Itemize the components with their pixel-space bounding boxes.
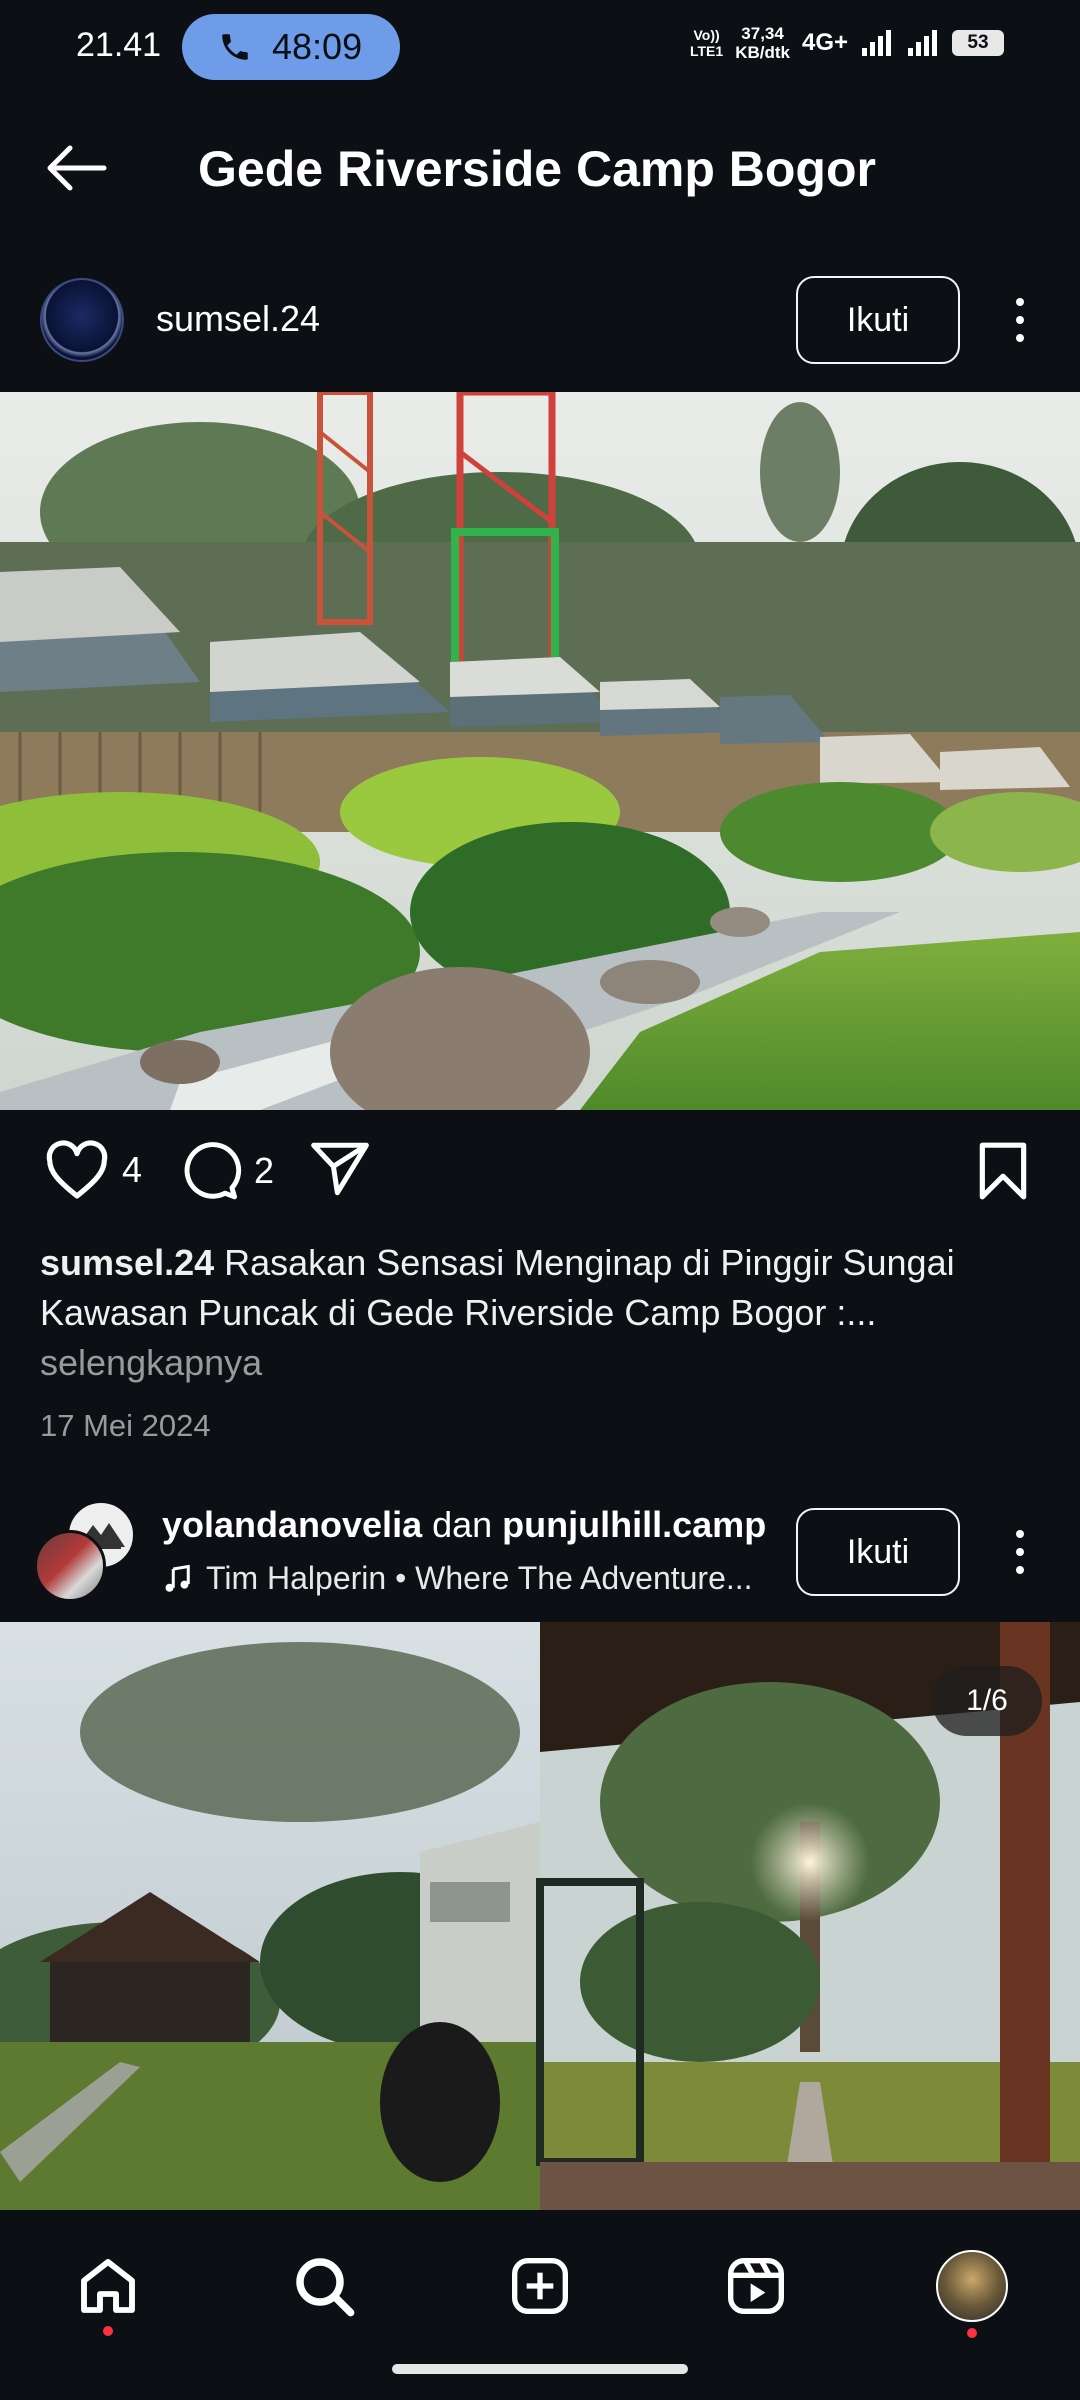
page-title: Gede Riverside Camp Bogor <box>198 141 876 197</box>
save-button[interactable] <box>976 1140 1030 1202</box>
signal-icon <box>862 30 891 56</box>
bookmark-icon <box>979 1142 1027 1200</box>
home-indicator[interactable] <box>392 2364 688 2374</box>
nav-profile[interactable] <box>932 2246 1012 2338</box>
send-icon <box>311 1142 369 1196</box>
more-options-button[interactable] <box>1000 290 1040 350</box>
like-count: 4 <box>122 1149 143 1190</box>
call-timer: 48:09 <box>272 26 363 67</box>
post-username[interactable]: sumsel.24 <box>156 298 320 340</box>
reels-icon <box>728 2258 784 2314</box>
search-icon <box>296 2258 355 2317</box>
like-button[interactable]: 4 <box>44 1140 142 1200</box>
status-icons: Vo)) LTE1 37,34 KB/dtk 4G+ 53 <box>690 24 1004 62</box>
dot <box>1016 1530 1024 1538</box>
post-photo[interactable] <box>0 392 1080 1110</box>
comment-icon <box>184 1142 242 1200</box>
post-coauthors: yolandanovelia dan punjulhill.camp <box>162 1504 766 1546</box>
music-title: Tim Halperin • Where The Adventure... <box>206 1560 753 1596</box>
nav-search[interactable] <box>284 2246 364 2326</box>
network-type: 4G+ <box>801 29 848 56</box>
post-date: 17 Mei 2024 <box>40 1408 211 1443</box>
dot <box>1016 1548 1024 1556</box>
plus-square-icon <box>512 2258 568 2314</box>
coauthor-joiner: dan <box>422 1504 503 1545</box>
comment-count: 2 <box>254 1150 275 1191</box>
follow-button[interactable]: Ikuti <box>796 1508 960 1596</box>
speed-value: 37,34 <box>741 24 784 43</box>
carousel-photo-image <box>0 1622 1080 2210</box>
avatar[interactable] <box>40 278 124 362</box>
post-photo-image <box>0 392 1080 1110</box>
status-time: 21.41 <box>76 26 162 64</box>
avatar[interactable] <box>34 1530 106 1602</box>
arrow-left-icon <box>47 145 107 191</box>
post-caption: sumsel.24 Rasakan Sensasi Menginap di Pi… <box>40 1238 1040 1388</box>
phone-icon <box>222 34 248 60</box>
volte-line2: LTE1 <box>689 43 724 59</box>
speed-unit: KB/dtk <box>735 43 790 62</box>
post-actions: 4 2 <box>0 1140 1080 1210</box>
top-header: Gede Riverside Camp Bogor <box>0 96 1080 246</box>
caption-username[interactable]: sumsel.24 <box>40 1242 214 1283</box>
nav-home[interactable] <box>68 2246 148 2336</box>
heart-icon <box>46 1140 108 1199</box>
comment-button[interactable]: 2 <box>178 1140 274 1202</box>
more-link[interactable]: selengkapnya <box>40 1342 262 1383</box>
follow-button[interactable]: Ikuti <box>796 276 960 364</box>
network-speed: 37,34 KB/dtk <box>735 24 790 62</box>
coauthor-username[interactable]: punjulhill.camp <box>502 1504 766 1545</box>
carousel-counter: 1/6 <box>932 1666 1042 1736</box>
music-label[interactable]: Tim Halperin • Where The Adventure... <box>162 1560 753 1597</box>
volte-indicator: Vo)) LTE1 <box>690 27 723 59</box>
share-button[interactable] <box>308 1140 372 1198</box>
battery-indicator: 53 <box>952 30 1004 56</box>
signal-icon <box>908 30 937 56</box>
ongoing-call-pill[interactable]: 48:09 <box>182 14 400 80</box>
avatar <box>936 2250 1008 2322</box>
nav-reels[interactable] <box>716 2246 796 2326</box>
more-options-button[interactable] <box>1000 1522 1040 1582</box>
notification-dot <box>103 2326 113 2336</box>
carousel-photo[interactable] <box>0 1622 1080 2210</box>
coauthor-username[interactable]: yolandanovelia <box>162 1504 422 1545</box>
status-bar: 21.41 48:09 Vo)) LTE1 37,34 KB/dtk 4G+ 5… <box>0 0 1080 96</box>
dot <box>1016 316 1024 324</box>
notification-dot <box>967 2328 977 2338</box>
nav-create[interactable] <box>500 2246 580 2326</box>
back-button[interactable] <box>40 138 112 198</box>
home-icon <box>81 2259 135 2313</box>
music-note-icon <box>165 1564 190 1592</box>
dot <box>1016 1566 1024 1574</box>
dot <box>1016 298 1024 306</box>
volte-line1: Vo)) <box>693 27 720 43</box>
dot <box>1016 334 1024 342</box>
